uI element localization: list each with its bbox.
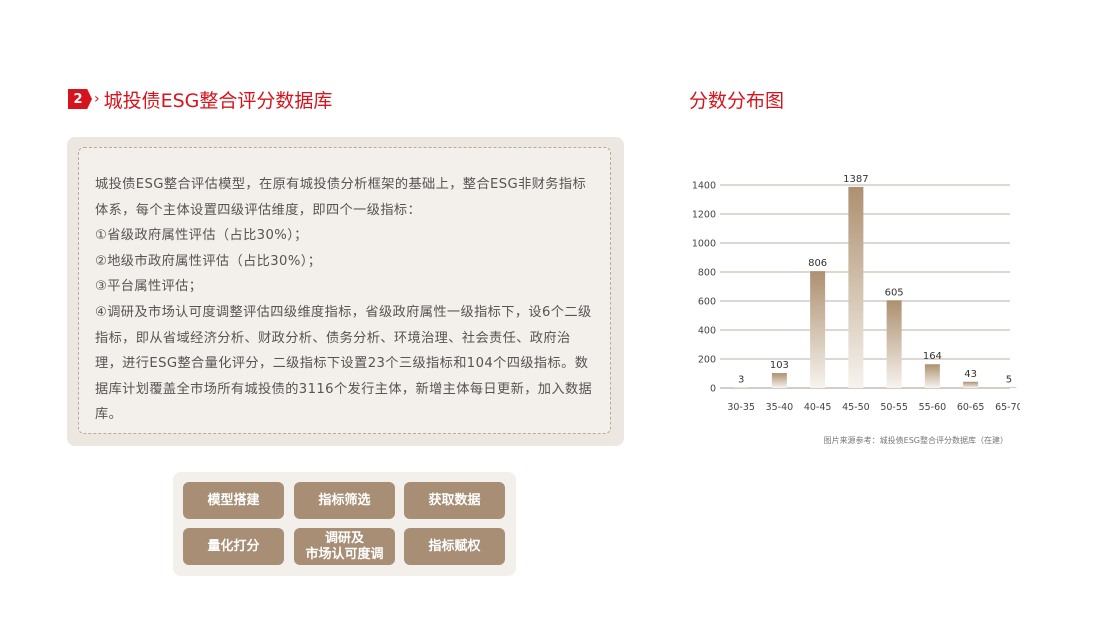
description-paragraph: 城投债ESG整合评估模型，在原有城投债分析框架的基础上，整合ESG非财务指标体系… xyxy=(95,177,587,218)
bar xyxy=(810,271,826,388)
x-tick-label: 45-50 xyxy=(842,402,870,413)
description-paragraph: ①省级政府属性评估（占比30%）； xyxy=(95,228,308,244)
x-tick-label: 35-40 xyxy=(766,402,794,413)
data-label: 43 xyxy=(964,369,977,380)
data-label: 103 xyxy=(770,360,789,371)
section-title: 2 › 城投债ESG整合评分数据库 xyxy=(68,86,332,112)
x-tick-label: 50-55 xyxy=(880,402,908,413)
y-tick-label: 1000 xyxy=(692,239,716,250)
y-tick-label: 200 xyxy=(698,355,716,366)
bar xyxy=(963,381,979,388)
y-tick-label: 1400 xyxy=(692,181,716,192)
chart-title: 分数分布图 xyxy=(689,90,785,112)
survey-market-button[interactable]: 调研及 市场认可度调 xyxy=(294,528,395,565)
description-paragraph: ③平台属性评估； xyxy=(95,279,203,295)
y-tick-label: 400 xyxy=(698,326,716,337)
chevron-right-icon: › xyxy=(94,91,100,107)
get-data-button[interactable]: 获取数据 xyxy=(404,482,505,519)
x-tick-label: 65-70 xyxy=(995,402,1020,413)
process-button-panel: 模型搭建 指标筛选 获取数据 量化打分 调研及 市场认可度调 指标赋权 xyxy=(173,472,516,576)
description-box: 城投债ESG整合评估模型，在原有城投债分析框架的基础上，整合ESG非财务指标体系… xyxy=(78,147,611,434)
model-build-button[interactable]: 模型搭建 xyxy=(183,482,284,519)
bar xyxy=(848,186,864,388)
description-panel: 城投债ESG整合评估模型，在原有城投债分析框架的基础上，整合ESG非财务指标体系… xyxy=(67,137,624,446)
description-paragraph: ②地级市政府属性评估（占比30%）； xyxy=(95,253,322,269)
x-tick-label: 60-65 xyxy=(957,402,985,413)
chart-source-note: 图片来源参考：城投债ESG整合评分数据库（在建） xyxy=(823,436,1008,445)
data-label: 605 xyxy=(885,287,904,298)
score-distribution-chart: 0 200 400 600 800 1000 1200 1400 3 30-35 103 35-40… xyxy=(692,174,1020,413)
bar xyxy=(733,387,749,388)
bar xyxy=(1001,387,1017,388)
indicator-filter-button[interactable]: 指标筛选 xyxy=(294,482,395,519)
y-tick-label: 0 xyxy=(710,384,716,395)
quant-score-button[interactable]: 量化打分 xyxy=(183,528,284,565)
indicator-weight-button[interactable]: 指标赋权 xyxy=(404,528,505,565)
y-tick-label: 600 xyxy=(698,297,716,308)
bar xyxy=(771,373,787,388)
x-tick-label: 55-60 xyxy=(919,402,947,413)
bar xyxy=(924,364,940,388)
x-tick-label: 40-45 xyxy=(804,402,832,413)
x-tick-label: 30-35 xyxy=(727,402,755,413)
y-tick-label: 1200 xyxy=(692,210,716,221)
y-tick-label: 800 xyxy=(698,268,716,279)
section-number-badge: 2 xyxy=(68,89,92,109)
section-title-text: 城投债ESG整合评分数据库 xyxy=(103,89,333,112)
bar xyxy=(886,300,902,388)
data-label: 806 xyxy=(808,258,827,269)
data-label: 5 xyxy=(1006,374,1012,385)
data-label: 1387 xyxy=(843,174,868,185)
description-paragraph: ④调研及市场认可度调整评估四级维度指标，省级政府属性一级指标下，设6个二级指标，… xyxy=(95,304,593,423)
data-label: 164 xyxy=(923,351,942,362)
data-label: 3 xyxy=(738,375,744,386)
